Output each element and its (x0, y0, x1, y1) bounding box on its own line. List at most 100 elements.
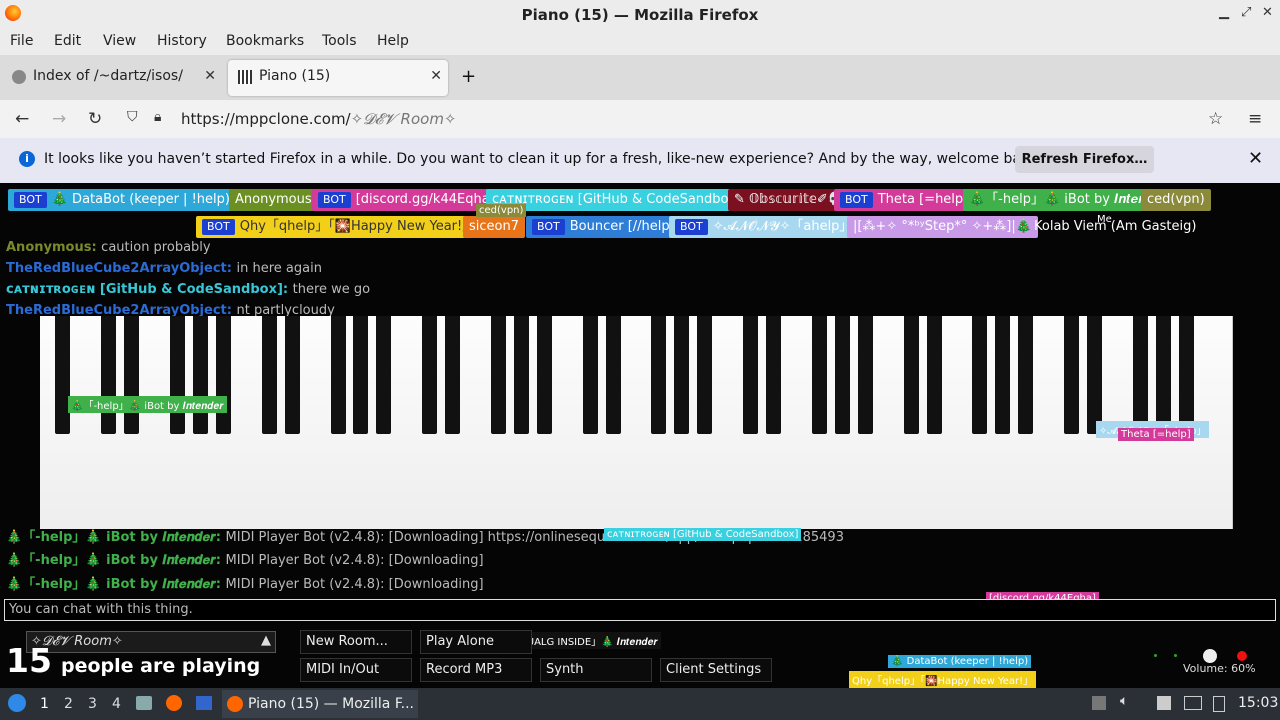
black-key[interactable] (490, 316, 506, 434)
refresh-firefox-button[interactable]: Refresh Firefox… (1015, 146, 1154, 173)
minimize-icon[interactable]: ▁ (1219, 5, 1229, 20)
volume-slider[interactable] (1150, 649, 1250, 663)
new-tab-icon[interactable]: + (461, 66, 476, 87)
player-tag[interactable]: BOT 🎄 DataBot (keeper | !help) (8, 189, 236, 211)
black-key[interactable] (1178, 316, 1194, 434)
black-key[interactable] (1064, 316, 1080, 434)
black-key[interactable] (582, 316, 598, 434)
piano-keyboard[interactable] (40, 316, 1233, 529)
black-key[interactable] (743, 316, 759, 434)
black-key[interactable] (811, 316, 827, 434)
white-key[interactable] (1209, 316, 1233, 529)
record-indicator (1237, 651, 1247, 661)
black-key[interactable] (903, 316, 919, 434)
black-key[interactable] (1018, 316, 1034, 434)
black-key[interactable] (101, 316, 117, 434)
black-key[interactable] (995, 316, 1011, 434)
volume-knob[interactable] (1203, 649, 1217, 663)
menu-help[interactable]: Help (377, 33, 409, 49)
black-key[interactable] (513, 316, 529, 434)
black-key[interactable] (536, 316, 552, 434)
black-key[interactable] (55, 316, 71, 434)
display-icon[interactable] (1184, 696, 1202, 710)
black-key[interactable] (834, 316, 850, 434)
black-key[interactable] (353, 316, 369, 434)
close-tab-icon[interactable]: ✕ (430, 68, 442, 84)
black-key[interactable] (651, 316, 667, 434)
url-bar[interactable]: https://mppclone.com/✧𝓓𝓔𝓥 Room✧ (181, 110, 457, 128)
menu-history[interactable]: History (157, 33, 207, 49)
workspace-4[interactable]: 4 (112, 696, 121, 712)
black-key[interactable] (1132, 316, 1148, 434)
player-tag[interactable]: ced(vpn) (1141, 189, 1211, 211)
workspace-1[interactable]: 1 (40, 696, 49, 712)
black-key[interactable] (1086, 316, 1102, 434)
player-tag[interactable]: ✎ 𝕆𝕓𝕤𝕔𝕦𝕣𝕚𝕥𝕖✐💀 (728, 189, 850, 211)
close-notification-icon[interactable]: ✕ (1248, 148, 1263, 169)
black-key[interactable] (697, 316, 713, 434)
player-tag[interactable]: Anonymous (229, 189, 318, 211)
firefox-launcher-icon[interactable] (166, 695, 182, 711)
maximize-icon[interactable]: ⤢ (1241, 5, 1251, 20)
black-key[interactable] (926, 316, 942, 434)
black-key[interactable] (261, 316, 277, 434)
new-room-button[interactable]: New Room... (300, 630, 412, 654)
player-tag[interactable]: BOT Bouncer [//help] (526, 216, 681, 238)
black-key[interactable] (376, 316, 392, 434)
menu-file[interactable]: File (10, 33, 33, 49)
black-key[interactable] (170, 316, 186, 434)
workspace-3[interactable]: 3 (88, 696, 97, 712)
chat-input[interactable]: You can chat with this thing. (4, 599, 1276, 621)
black-key[interactable] (330, 316, 346, 434)
close-window-icon[interactable]: ✕ (1262, 5, 1273, 20)
record-mp3-button[interactable]: Record MP3 (420, 658, 532, 682)
tab-piano[interactable]: Piano (15) ✕ (228, 60, 448, 96)
clipboard-icon[interactable] (1157, 696, 1171, 710)
black-key[interactable] (445, 316, 461, 434)
menu-tools[interactable]: Tools (322, 33, 357, 49)
workspace-2[interactable]: 2 (64, 696, 73, 712)
room-selector[interactable]: ✧𝓓𝓔𝓥 Room✧ ▲ (26, 631, 276, 653)
midi-button[interactable]: MIDI In/Out (300, 658, 412, 682)
black-key[interactable] (857, 316, 873, 434)
chevron-up-icon[interactable]: ▲ (261, 633, 271, 648)
menu-view[interactable]: View (103, 33, 136, 49)
file-manager-icon[interactable] (136, 696, 152, 710)
tab-index-isos[interactable]: Index of /~dartz/isos/ ✕ (2, 60, 222, 96)
player-tag[interactable]: |[⁂+✧ °*ᵇʸStep*° ✧+⁂]|🎄 (847, 216, 1038, 238)
player-tag[interactable]: BOT ✧𝓐𝓝𝓞𝓝𝓨✧「ahelp」 (669, 216, 859, 238)
bookmark-star-icon[interactable]: ☆ (1208, 109, 1223, 129)
black-key[interactable] (422, 316, 438, 434)
play-alone-button[interactable]: Play Alone (420, 630, 532, 654)
close-tab-icon[interactable]: ✕ (204, 68, 216, 84)
player-tag[interactable]: Kolab Viem (Am Gasteig) (1028, 216, 1202, 238)
terminal-icon[interactable] (196, 696, 212, 710)
menu-edit[interactable]: Edit (54, 33, 81, 49)
black-key[interactable] (124, 316, 140, 434)
black-key[interactable] (284, 316, 300, 434)
player-tag[interactable]: siceon7 (463, 216, 525, 238)
client-settings-button[interactable]: Client Settings (660, 658, 772, 682)
black-key[interactable] (1155, 316, 1171, 434)
player-tag[interactable]: BOT Qhy「qhelp」「🎇Happy New Year!」 (196, 216, 482, 238)
black-key[interactable] (766, 316, 782, 434)
black-key[interactable] (215, 316, 231, 434)
menu-bookmarks[interactable]: Bookmarks (226, 33, 304, 49)
black-key[interactable] (192, 316, 208, 434)
synth-button[interactable]: Synth (540, 658, 652, 682)
black-key[interactable] (972, 316, 988, 434)
taskbar-task-firefox[interactable]: Piano (15) — Mozilla F... (222, 690, 418, 718)
shield-icon[interactable]: ⛉ (127, 109, 138, 125)
black-key[interactable] (674, 316, 690, 434)
start-menu-icon[interactable] (8, 694, 26, 712)
back-icon[interactable]: ← (15, 109, 29, 129)
player-tag[interactable]: BOT [discord.gg/k44Eqha] (312, 189, 501, 211)
forward-icon[interactable]: → (52, 109, 66, 129)
tray-icon[interactable] (1092, 696, 1106, 710)
hamburger-menu-icon[interactable]: ≡ (1248, 109, 1262, 129)
volume-dot (1174, 654, 1177, 657)
black-key[interactable] (605, 316, 621, 434)
player-tag[interactable]: BOT Theta [=help] (834, 189, 975, 211)
volume-tray-icon[interactable]: 🔈︎ (1120, 693, 1128, 709)
reload-icon[interactable]: ↻ (88, 109, 102, 129)
